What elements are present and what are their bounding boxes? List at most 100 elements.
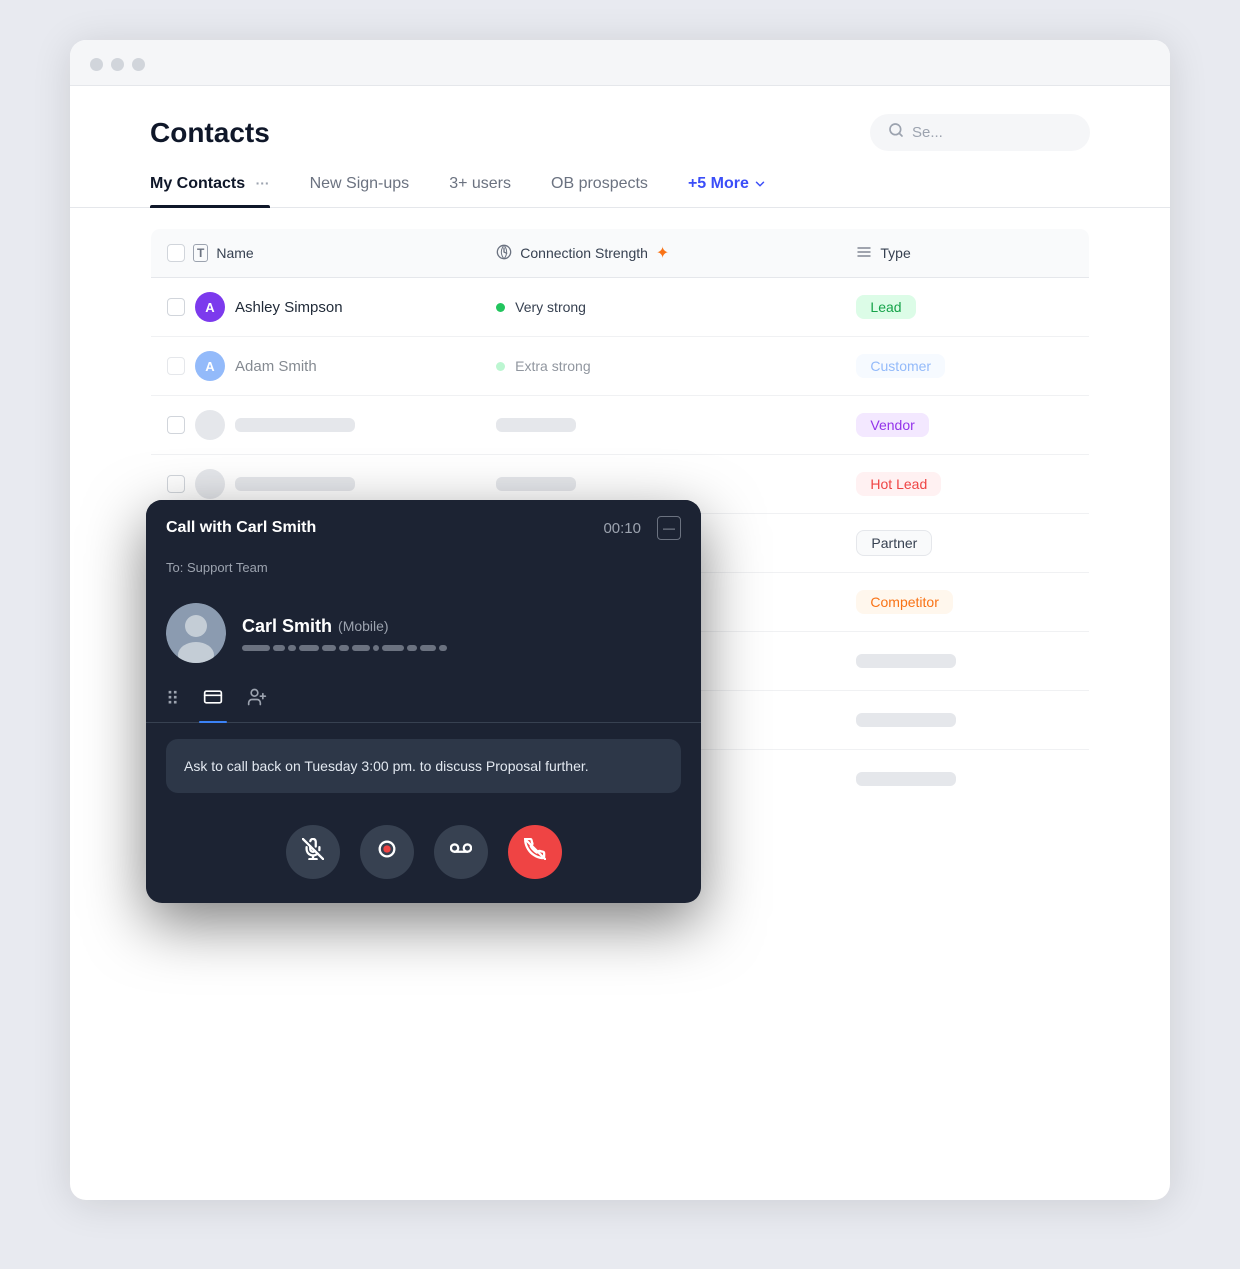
- wave-bar: [273, 645, 285, 651]
- call-person-details: Carl Smith (Mobile): [242, 616, 447, 651]
- wave-bar: [322, 645, 336, 651]
- skeleton-type-7: [856, 654, 956, 668]
- cell-type-8: [840, 691, 1089, 750]
- wave-bar: [439, 645, 447, 651]
- avatar-2: A: [195, 351, 225, 381]
- minimize-icon: —: [663, 522, 675, 534]
- call-tab-card[interactable]: [203, 687, 223, 722]
- cell-type-7: [840, 632, 1089, 691]
- traffic-dot-green: [132, 58, 145, 71]
- hangup-icon: [524, 838, 546, 866]
- select-all-checkbox[interactable]: [167, 244, 185, 262]
- spark-icon: ✦: [656, 243, 669, 263]
- cell-strength-3: [480, 396, 840, 455]
- record-icon: [376, 838, 398, 866]
- voicemail-icon: [450, 838, 472, 866]
- skeleton-type-8: [856, 713, 956, 727]
- type-badge-4: Hot Lead: [856, 472, 941, 496]
- contact-name-2: Adam Smith: [235, 358, 317, 375]
- row-checkbox-1[interactable]: [167, 298, 185, 316]
- wave-bar: [420, 645, 436, 651]
- call-avatar: [166, 603, 226, 663]
- call-waveform: [242, 645, 447, 651]
- mute-button[interactable]: [286, 825, 340, 879]
- wave-bar: [288, 645, 296, 651]
- tab-my-contacts[interactable]: My Contacts ···: [150, 175, 270, 207]
- tab-3-users[interactable]: 3+ users: [449, 175, 511, 207]
- table-row: A Ashley Simpson Very strong Lead: [151, 278, 1090, 337]
- browser-titlebar: [70, 40, 1170, 86]
- skeleton-strength-4: [496, 477, 576, 491]
- transfer-icon: [247, 687, 267, 712]
- strength-text-2: Extra strong: [515, 358, 590, 374]
- cell-type-5: Partner: [840, 514, 1089, 573]
- call-header: Call with Carl Smith 00:10 —: [146, 500, 701, 556]
- tab-more[interactable]: +5 More: [688, 175, 767, 207]
- tab-ob-prospects[interactable]: OB prospects: [551, 175, 648, 207]
- search-bar[interactable]: Se...: [870, 114, 1090, 151]
- cell-strength-1: Very strong: [480, 278, 840, 337]
- th-connection: Connection Strength ✦: [480, 229, 840, 278]
- cell-name-2: A Adam Smith: [151, 337, 481, 396]
- cell-name-3: [151, 396, 481, 455]
- table-row: Vendor: [151, 396, 1090, 455]
- name-icon: T: [193, 244, 208, 262]
- tab-dots: ···: [256, 175, 270, 191]
- column-connection-label: Connection Strength: [520, 245, 648, 261]
- wave-bar: [299, 645, 319, 651]
- type-badge-1: Lead: [856, 295, 915, 319]
- th-name: T Name: [151, 229, 481, 278]
- type-badge-3: Vendor: [856, 413, 928, 437]
- column-type-label: Type: [880, 245, 910, 261]
- call-note: Ask to call back on Tuesday 3:00 pm. to …: [166, 739, 681, 793]
- tabs-bar: My Contacts ··· New Sign-ups 3+ users OB…: [70, 175, 1170, 208]
- type-badge-6: Competitor: [856, 590, 952, 614]
- minimize-button[interactable]: —: [657, 516, 681, 540]
- call-tab-transfer[interactable]: [247, 687, 267, 722]
- card-icon: [203, 687, 223, 712]
- wave-bar: [242, 645, 270, 651]
- call-tabs: ⠿: [146, 679, 701, 723]
- search-icon: [888, 122, 904, 143]
- strength-text-1: Very strong: [515, 299, 586, 315]
- wave-bar: [339, 645, 349, 651]
- record-button[interactable]: [360, 825, 414, 879]
- table-row: A Adam Smith Extra strong Customer: [151, 337, 1090, 396]
- browser-window: Contacts Se... My Contacts ··· New Sign-…: [70, 40, 1170, 1200]
- connection-icon: [496, 244, 512, 263]
- call-person-name: Carl Smith: [242, 616, 332, 637]
- voicemail-button[interactable]: [434, 825, 488, 879]
- cell-name-1: A Ashley Simpson: [151, 278, 481, 337]
- mute-icon: [302, 838, 324, 866]
- contact-name-1: Ashley Simpson: [235, 299, 343, 316]
- strength-dot-1: [496, 303, 505, 312]
- avatar-1: A: [195, 292, 225, 322]
- cell-type-9: [840, 750, 1089, 809]
- call-person-sub: (Mobile): [338, 618, 389, 634]
- avatar-empty-4: [195, 469, 225, 499]
- wave-bar: [407, 645, 417, 651]
- call-person-info: Carl Smith (Mobile): [146, 587, 701, 679]
- strength-dot-2: [496, 362, 505, 371]
- person-avatar-svg: [166, 603, 226, 663]
- row-checkbox-4[interactable]: [167, 475, 185, 493]
- cell-strength-2: Extra strong: [480, 337, 840, 396]
- search-placeholder: Se...: [912, 124, 943, 141]
- row-checkbox-2[interactable]: [167, 357, 185, 375]
- cell-type-4: Hot Lead: [840, 455, 1089, 514]
- type-badge-5: Partner: [856, 530, 932, 556]
- call-tab-keypad[interactable]: ⠿: [166, 689, 179, 720]
- call-overlay: Call with Carl Smith 00:10 — To: Support…: [146, 500, 701, 903]
- keypad-icon: ⠿: [166, 689, 179, 710]
- skeleton-type-9: [856, 772, 956, 786]
- cell-type-3: Vendor: [840, 396, 1089, 455]
- type-icon: [856, 244, 872, 263]
- row-checkbox-3[interactable]: [167, 416, 185, 434]
- skeleton-name-4: [235, 477, 355, 491]
- hangup-button[interactable]: [508, 825, 562, 879]
- th-type: Type: [840, 229, 1089, 278]
- page-title: Contacts: [150, 117, 270, 149]
- tab-new-signups[interactable]: New Sign-ups: [310, 175, 410, 207]
- wave-bar: [373, 645, 379, 651]
- avatar-empty-3: [195, 410, 225, 440]
